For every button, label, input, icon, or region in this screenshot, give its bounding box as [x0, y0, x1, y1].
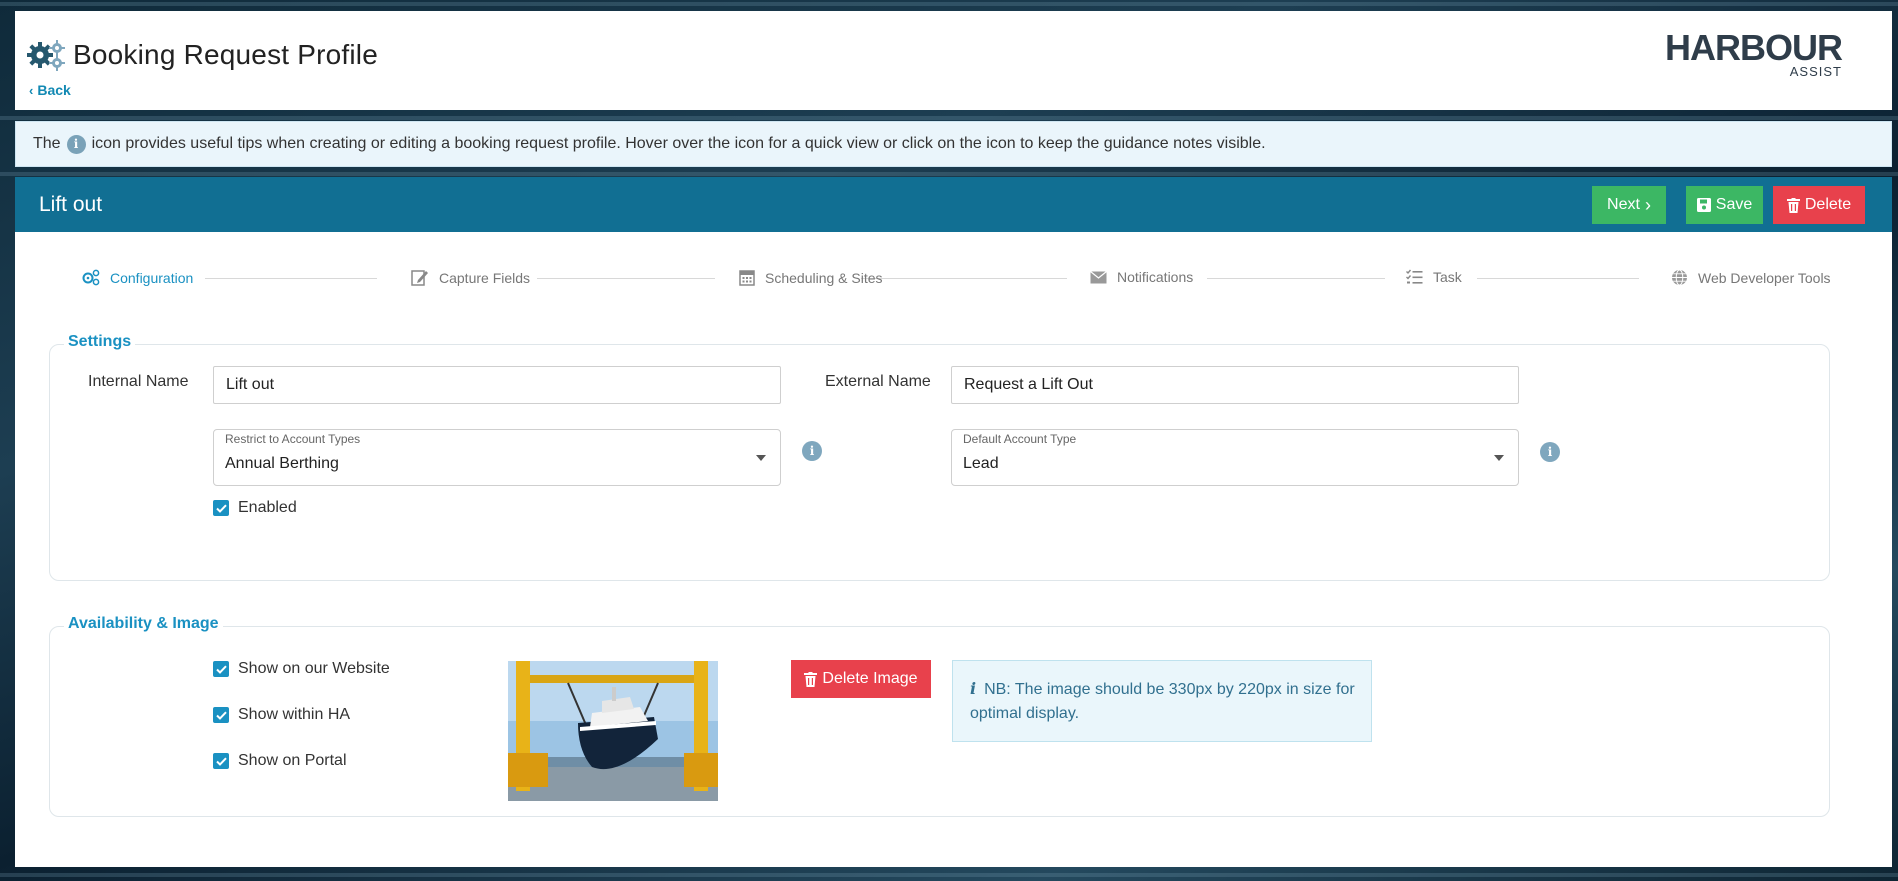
tab-label: Scheduling & Sites [765, 269, 883, 286]
next-label: Next [1607, 196, 1640, 213]
restrict-select-value: Annual Berthing [225, 455, 339, 472]
nb-text: NB: The image should be 330px by 220px i… [970, 681, 1355, 722]
trash-icon [1786, 197, 1800, 213]
tab-capture-fields[interactable]: Capture Fields [411, 269, 530, 286]
caret-down-icon [756, 455, 766, 461]
info-banner: The i icon provides useful tips when cre… [15, 121, 1892, 167]
settings-legend: Settings [64, 333, 136, 351]
save-label: Save [1715, 196, 1753, 213]
caret-down-icon [1494, 455, 1504, 461]
save-button[interactable]: Save [1686, 186, 1763, 224]
tab-label: Web Developer Tools [1698, 269, 1831, 286]
globe-icon [1671, 269, 1688, 286]
page-header: Booking Request Profile ‹ Back HARBOUR A… [15, 11, 1892, 110]
step-connector [1207, 278, 1385, 279]
show-ha-label: Show within HA [238, 706, 351, 723]
chevron-right-icon: › [1644, 194, 1651, 215]
checkbox-checked-icon [213, 707, 229, 723]
delete-image-button[interactable]: Delete Image [791, 660, 931, 698]
page-title-group: Booking Request Profile [27, 39, 378, 71]
step-connector [861, 278, 1067, 279]
banner-text-before: The [33, 135, 61, 152]
delete-label: Delete [1804, 196, 1852, 213]
availability-section: Availability & Image Show on our Website… [49, 615, 1830, 817]
external-name-input[interactable] [951, 366, 1519, 404]
info-tip-icon[interactable]: i [1540, 442, 1560, 462]
floppy-disk-icon [1696, 198, 1711, 212]
checklist-icon [1406, 269, 1423, 285]
tab-label: Configuration [110, 269, 194, 286]
tab-label: Notifications [1117, 269, 1194, 285]
internal-name-input[interactable] [213, 366, 781, 404]
restrict-account-types-select[interactable]: Restrict to Account Types Annual Berthin… [213, 429, 781, 486]
profile-image [508, 661, 718, 801]
info-icon: i [970, 679, 977, 698]
trash-icon [804, 671, 818, 687]
record-title-bar: Lift out Next › Save Delete [15, 177, 1892, 232]
back-label: Back [37, 82, 71, 98]
record-title: Lift out [39, 192, 103, 216]
checkbox-checked-icon [213, 753, 229, 769]
show-ha-checkbox[interactable]: Show within HA [213, 706, 350, 724]
default-select-value: Lead [963, 455, 999, 472]
show-portal-label: Show on Portal [238, 752, 347, 769]
enabled-label: Enabled [238, 499, 297, 516]
delete-button[interactable]: Delete [1773, 186, 1865, 224]
logo-main-text: HARBOUR [1665, 27, 1843, 68]
info-tip-icon[interactable]: i [802, 441, 822, 461]
settings-section: Settings Internal Name External Name Res… [49, 333, 1830, 581]
tab-web-developer-tools[interactable]: Web Developer Tools [1671, 269, 1831, 286]
image-size-note: i NB: The image should be 330px by 220px … [952, 660, 1372, 742]
show-website-checkbox[interactable]: Show on our Website [213, 660, 390, 678]
step-connector [1477, 278, 1639, 279]
tab-scheduling-sites[interactable]: Scheduling & Sites [739, 269, 883, 286]
tab-label: Task [1433, 269, 1462, 285]
edit-icon [411, 269, 429, 286]
back-link[interactable]: ‹ Back [29, 82, 71, 98]
availability-legend: Availability & Image [64, 615, 223, 633]
default-account-type-select[interactable]: Default Account Type Lead [951, 429, 1519, 486]
checkbox-checked-icon [213, 661, 229, 677]
tab-notifications[interactable]: Notifications [1090, 269, 1193, 285]
show-portal-checkbox[interactable]: Show on Portal [213, 752, 347, 770]
step-connector [205, 278, 377, 279]
show-website-label: Show on our Website [238, 660, 390, 677]
enabled-checkbox[interactable]: Enabled [213, 499, 297, 517]
restrict-select-label: Restrict to Account Types [225, 432, 361, 446]
tab-label: Capture Fields [439, 269, 531, 286]
gears-icon [27, 39, 65, 71]
default-select-label: Default Account Type [963, 432, 1077, 446]
external-name-label: External Name [825, 373, 931, 390]
checkbox-checked-icon [213, 500, 229, 516]
delete-image-label: Delete Image [822, 670, 918, 687]
info-icon: i [66, 134, 86, 154]
next-button[interactable]: Next › [1592, 186, 1666, 224]
chevron-left-icon: ‹ [29, 82, 34, 98]
calendar-icon [739, 269, 755, 286]
step-connector [537, 278, 715, 279]
page-title: Booking Request Profile [73, 39, 378, 70]
tab-configuration[interactable]: Configuration [81, 269, 193, 286]
tab-task[interactable]: Task [1406, 269, 1462, 285]
gears-icon [81, 269, 100, 286]
internal-name-label: Internal Name [88, 373, 189, 390]
banner-text-after: icon provides useful tips when creating … [91, 135, 1266, 152]
harbour-assist-logo: HARBOUR ASSIST [1665, 27, 1843, 79]
envelope-icon [1090, 270, 1107, 284]
profile-card: Lift out Next › Save Delete Configuratio… [15, 177, 1892, 867]
